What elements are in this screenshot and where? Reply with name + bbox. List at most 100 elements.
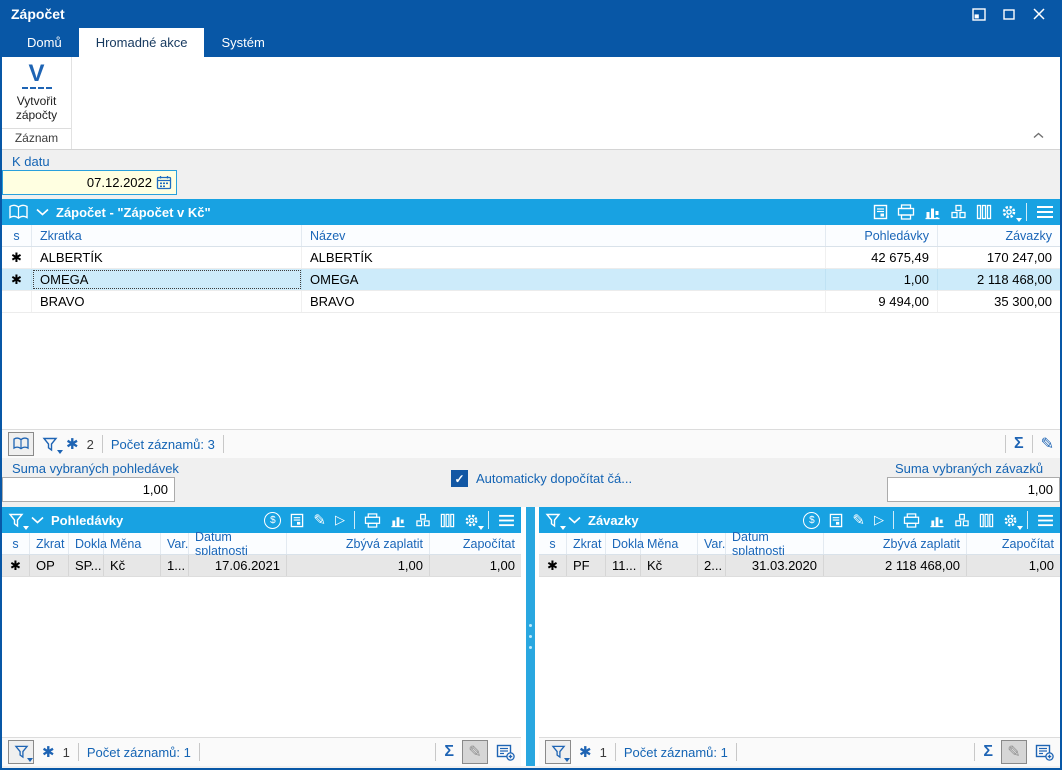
col-s[interactable]: s [2,533,30,554]
calendar-icon[interactable] [156,175,172,190]
chevron-down-icon[interactable] [568,516,581,524]
col-var[interactable]: Var. [161,533,189,554]
add-record-icon[interactable] [496,744,515,761]
sum-icon[interactable]: Σ [1014,435,1024,453]
col-datum[interactable]: Datum splatnosti [189,530,287,558]
dock-window-icon[interactable] [966,3,992,25]
cell-var: 1... [161,555,189,576]
col-doklad[interactable]: Dokla [69,533,107,554]
col-nazev[interactable]: Název [302,225,826,246]
col-pohledavky[interactable]: Pohledávky [826,225,938,246]
flag-filter-icon[interactable]: ✱ [42,743,55,761]
ribbon-group-zaznam: V Vytvořit zápočty Záznam [2,57,72,149]
columns-icon[interactable] [440,513,455,528]
edit-pencil-icon: ✎ [1007,744,1021,761]
table-row-selected[interactable]: ✱ OMEGA OMEGA 1,00 2 118 468,00 [2,269,1060,291]
groups-icon[interactable] [950,204,967,220]
col-zkrat[interactable]: Zkrat [30,533,69,554]
groups-icon[interactable] [415,513,431,528]
row-flag-icon: ✱ [2,555,30,576]
settings-gear-icon[interactable] [464,513,484,530]
groups-icon[interactable] [954,513,970,528]
col-s[interactable]: s [2,225,32,246]
settings-gear-icon[interactable] [1003,513,1023,530]
col-zbyva[interactable]: Zbývá zaplatit [287,533,430,554]
book-icon[interactable] [8,204,29,221]
row-flag-icon: ✱ [2,247,32,268]
table-row[interactable]: ✱ PF 11... Kč 2... 31.03.2020 2 118 468,… [539,555,1060,577]
col-datum[interactable]: Datum splatnosti [726,530,824,558]
report-icon[interactable] [873,204,888,220]
col-mena[interactable]: Měna [641,533,698,554]
cell-var: 2... [698,555,726,576]
col-zapocitat[interactable]: Započítat [967,533,1060,554]
sum-icon[interactable]: Σ [983,743,993,761]
filter-toggle-button[interactable] [545,740,571,764]
flag-filter-icon[interactable]: ✱ [66,435,79,453]
create-offsets-button[interactable]: V Vytvořit zápočty [2,57,71,128]
close-icon[interactable] [1026,3,1052,25]
menu-icon[interactable] [1036,205,1054,219]
splitter-handle[interactable] [525,507,535,766]
report-icon[interactable] [829,513,843,528]
play-icon[interactable]: ▷ [335,512,345,528]
col-zkrat[interactable]: Zkrat [567,533,606,554]
table-row[interactable]: BRAVO BRAVO 9 494,00 35 300,00 [2,291,1060,313]
col-zkratka[interactable]: Zkratka [32,225,302,246]
title-bar: Zápočet [2,0,1060,28]
col-var[interactable]: Var. [698,533,726,554]
k-datu-date-input[interactable]: 07.12.2022 [2,170,177,195]
flag-filter-icon[interactable]: ✱ [579,743,592,761]
play-icon[interactable]: ▷ [874,512,884,528]
table-row[interactable]: ✱ OP SP... Kč 1... 17.06.2021 1,00 1,00 [2,555,521,577]
menu-icon[interactable] [1037,514,1054,527]
add-record-icon[interactable] [1035,744,1054,761]
currency-refresh-icon[interactable]: $ [264,511,282,529]
book-toggle-button[interactable] [8,432,34,456]
filter-icon[interactable] [8,513,29,530]
print-icon[interactable] [903,512,920,528]
filter-icon[interactable] [545,513,566,530]
currency-refresh-icon[interactable]: $ [803,511,821,529]
cell-doklad: SP... [69,555,104,576]
chart-icon[interactable] [924,204,941,220]
sum-pohledavky-input[interactable]: 1,00 [2,477,175,502]
dashed-underline [21,87,52,89]
chart-icon[interactable] [390,513,406,528]
chart-icon[interactable] [929,513,945,528]
zapocet-column-header: s Zkratka Název Pohledávky Závazky [2,225,1060,247]
chevron-down-icon[interactable] [36,208,49,216]
col-zavazky[interactable]: Závazky [938,225,1060,246]
print-icon[interactable] [364,512,381,528]
report-icon[interactable] [290,513,304,528]
col-zbyva[interactable]: Zbývá zaplatit [824,533,967,554]
maximize-icon[interactable] [996,3,1022,25]
col-doklad[interactable]: Dokla [606,533,644,554]
table-row[interactable]: ✱ ALBERTÍK ALBERTÍK 42 675,49 170 247,00 [2,247,1060,269]
edit-pencil-icon[interactable]: ✎ [1041,434,1054,454]
filter-toggle-button[interactable] [8,740,34,764]
col-s[interactable]: s [539,533,567,554]
columns-icon[interactable] [976,204,992,220]
edit-pencil-icon[interactable]: ✎ [313,511,326,529]
col-mena[interactable]: Měna [104,533,161,554]
col-zapocitat[interactable]: Započítat [430,533,521,554]
collapse-ribbon-icon[interactable] [1033,126,1044,144]
sum-icon[interactable]: Σ [444,743,454,761]
cell-nazev: BRAVO [302,291,826,312]
edit-pencil-icon[interactable]: ✎ [852,511,865,529]
zavazky-status-bar: ✱ 1 Počet záznamů: 1 Σ ✎ [539,737,1060,766]
columns-icon[interactable] [979,513,994,528]
settings-gear-icon[interactable] [1001,204,1022,222]
menu-icon[interactable] [498,514,515,527]
tab-hromadne-akce[interactable]: Hromadné akce [78,28,205,57]
filter-icon[interactable] [42,437,63,454]
create-offsets-label: Vytvořit zápočty [15,94,58,122]
sum-zavazky-input[interactable]: 1,00 [887,477,1060,502]
tab-domu[interactable]: Domů [10,28,79,57]
panel-splitter[interactable] [521,507,539,766]
chevron-down-icon[interactable] [31,516,44,524]
print-icon[interactable] [897,204,915,220]
auto-calc-checkbox[interactable]: ✓ [451,470,468,487]
tab-system[interactable]: Systém [204,28,281,57]
